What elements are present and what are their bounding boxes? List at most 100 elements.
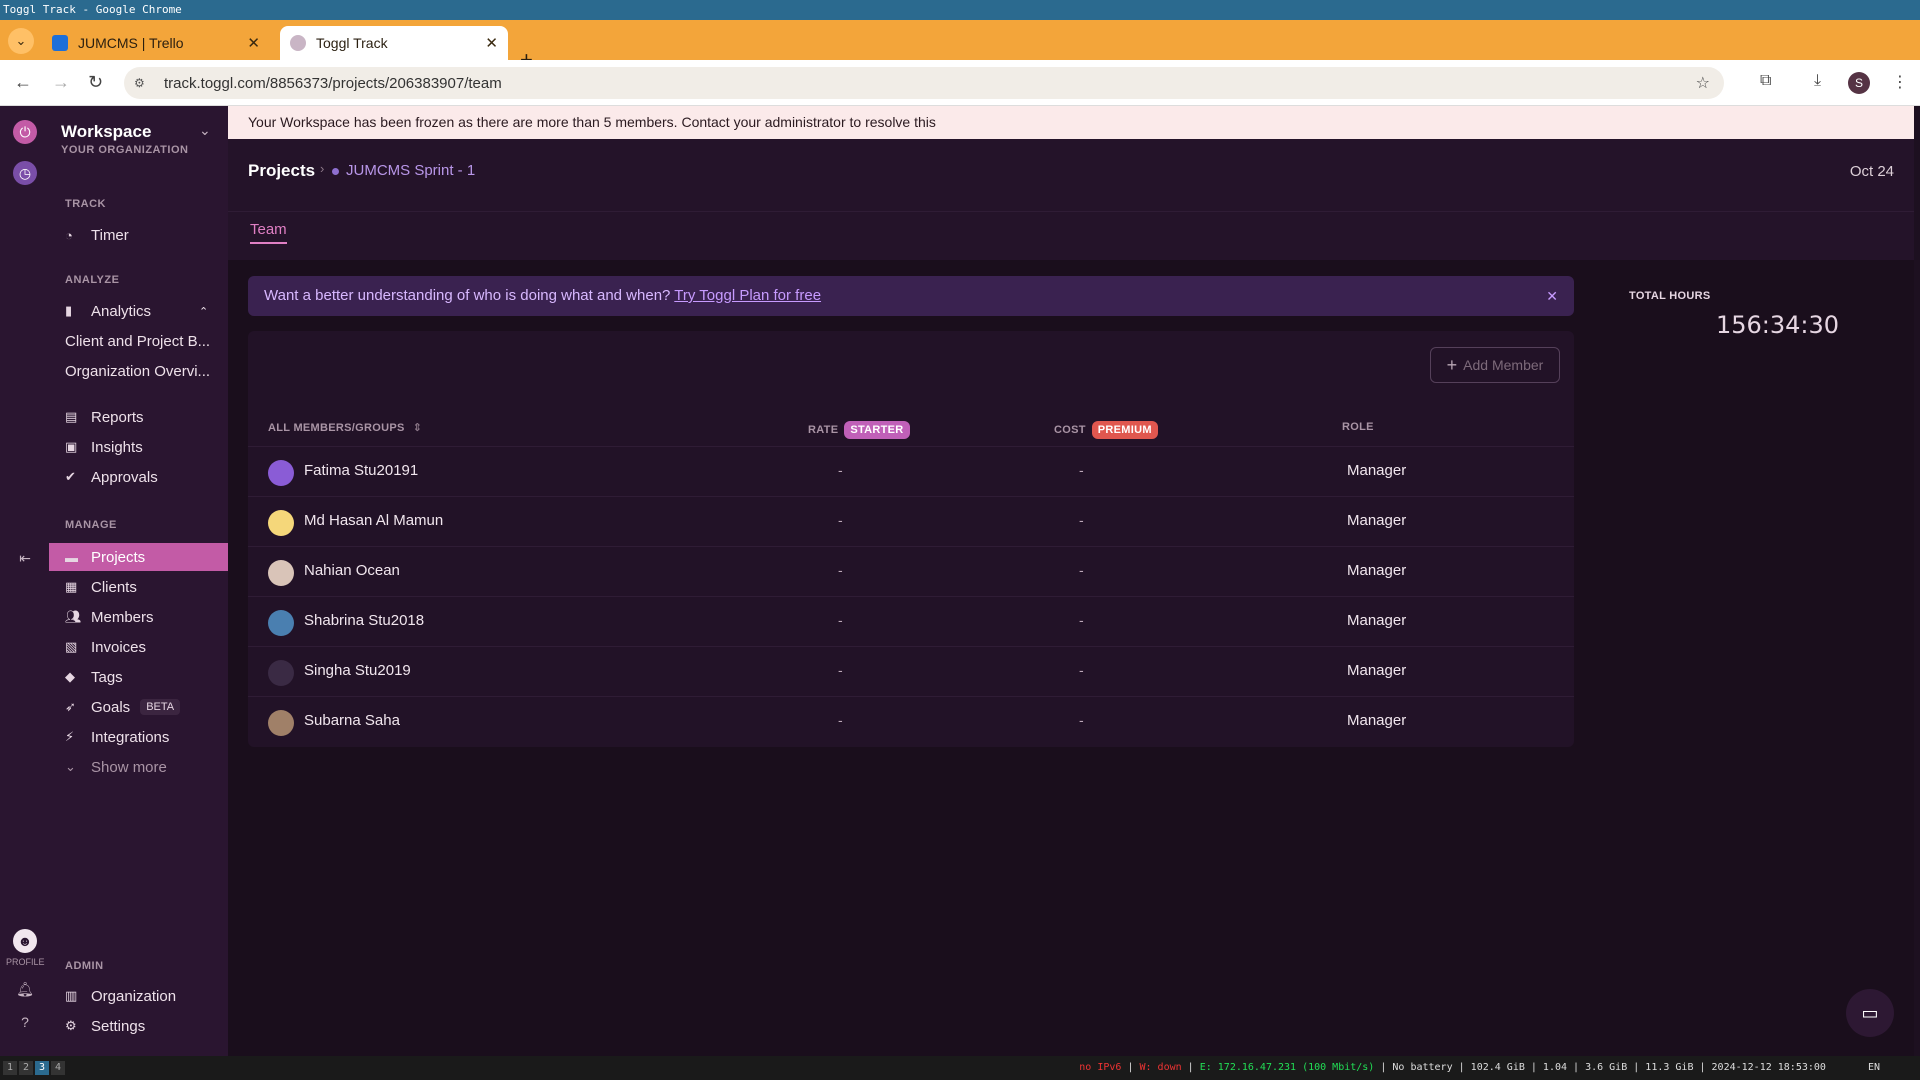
- table-row[interactable]: Singha Stu2019 - - Manager: [248, 646, 1574, 696]
- profile-avatar[interactable]: ☻: [13, 929, 37, 953]
- member-rate: -: [838, 462, 843, 478]
- download-icon[interactable]: ⤓: [1814, 72, 1821, 90]
- client-icon: ▦: [65, 579, 78, 594]
- table-row[interactable]: Fatima Stu20191 - - Manager: [248, 446, 1574, 496]
- invoice-icon: ▧: [65, 639, 78, 654]
- check-circle-icon: ✔: [65, 469, 76, 484]
- tab-search-button[interactable]: ⌄: [8, 28, 34, 54]
- reload-icon[interactable]: ↻: [88, 72, 103, 93]
- bookmark-star-icon[interactable]: ☆: [1696, 73, 1710, 93]
- sidebar: Workspace YOUR ORGANIZATION ⌄ TRACK ◔ Tim…: [49, 106, 228, 1056]
- sort-icon[interactable]: ⇕: [413, 421, 423, 434]
- member-role[interactable]: Manager: [1347, 662, 1406, 679]
- member-role[interactable]: Manager: [1347, 712, 1406, 729]
- tab-close-icon[interactable]: ✕: [247, 34, 260, 52]
- chevron-down-icon: ⌄: [65, 759, 76, 774]
- col-members-header[interactable]: ALL MEMBERS/GROUPS ⇕: [268, 421, 423, 435]
- sidebar-item-clients[interactable]: ▦ Clients: [49, 574, 228, 600]
- sidebar-item-goals[interactable]: ➶ Goals BETA: [49, 694, 228, 720]
- member-cost: -: [1079, 712, 1084, 728]
- site-info-icon[interactable]: ⚙: [134, 76, 152, 90]
- tab-toggl[interactable]: Toggl Track ✕: [280, 26, 508, 60]
- toggl-plan-icon[interactable]: ◷: [13, 161, 37, 185]
- breadcrumb-projects[interactable]: Projects: [248, 161, 315, 181]
- building-icon: ▥: [65, 988, 78, 1003]
- sidebar-item-integrations[interactable]: ⚡ Integrations: [49, 724, 228, 750]
- table-row[interactable]: Shabrina Stu2018 - - Manager: [248, 596, 1574, 646]
- team-table: + Add Member ALL MEMBERS/GROUPS ⇕ RATE S…: [248, 331, 1574, 747]
- rocket-icon: ➶: [65, 699, 76, 714]
- sidebar-item-organization[interactable]: ▥ Organization: [49, 983, 228, 1009]
- toggl-track-icon[interactable]: ⏻: [13, 120, 37, 144]
- sidebar-item-reports[interactable]: ▤ Reports: [49, 404, 228, 430]
- workspace-2[interactable]: 2: [19, 1061, 33, 1075]
- starter-badge: STARTER: [844, 421, 910, 439]
- trello-icon: [52, 35, 68, 51]
- help-icon[interactable]: ?: [13, 1010, 37, 1034]
- breadcrumb-project[interactable]: JUMCMS Sprint - 1: [346, 162, 475, 179]
- extensions-icon[interactable]: ⧉: [1760, 72, 1771, 90]
- bell-icon[interactable]: 🔔︎: [13, 977, 37, 1001]
- sidebar-item-approvals[interactable]: ✔ Approvals: [49, 464, 228, 490]
- sidebar-item-org-overview[interactable]: Organization Overvi...: [49, 358, 228, 384]
- main-content: Your Workspace has been frozen as there …: [228, 106, 1914, 1056]
- member-role[interactable]: Manager: [1347, 512, 1406, 529]
- page-header: Projects › JUMCMS Sprint - 1 Oct 24 Team: [228, 139, 1914, 260]
- tab-close-icon[interactable]: ✕: [485, 34, 498, 52]
- member-cost: -: [1079, 462, 1084, 478]
- table-row[interactable]: Subarna Saha - - Manager: [248, 696, 1574, 746]
- total-hours-value: 156:34:30: [1716, 311, 1840, 339]
- breadcrumb-separator-icon: ›: [320, 161, 325, 176]
- sidebar-item-projects[interactable]: ▬ Projects: [49, 543, 228, 571]
- back-icon[interactable]: ←: [14, 72, 32, 93]
- member-name: Singha Stu2019: [304, 662, 411, 679]
- chat-support-button[interactable]: ▭: [1846, 989, 1894, 1037]
- member-name: Nahian Ocean: [304, 562, 400, 579]
- section-manage: MANAGE: [65, 519, 117, 531]
- member-rate: -: [838, 712, 843, 728]
- chat-icon: ▭: [1861, 1002, 1879, 1023]
- sidebar-item-settings[interactable]: ⚙ Settings: [49, 1013, 228, 1039]
- promo-link[interactable]: Try Toggl Plan for free: [674, 287, 821, 304]
- workspace-3[interactable]: 3: [35, 1061, 49, 1075]
- promo-banner: Want a better understanding of who is do…: [248, 276, 1574, 316]
- workspace-4[interactable]: 4: [51, 1061, 65, 1075]
- sidebar-item-tags[interactable]: ◆ Tags: [49, 664, 228, 690]
- toggl-app: ⏻ ◷ ⇤ ☻ PROFILE 🔔︎ ? Workspace YOUR ORGA…: [0, 106, 1920, 1056]
- table-row[interactable]: Md Hasan Al Mamun - - Manager: [248, 496, 1574, 546]
- member-name: Subarna Saha: [304, 712, 400, 729]
- sidebar-show-more[interactable]: ⌄ Show more: [49, 754, 228, 780]
- workspace-title[interactable]: Workspace: [61, 122, 151, 142]
- total-hours-label: TOTAL HOURS: [1629, 290, 1711, 302]
- avatar: [268, 460, 294, 486]
- table-row[interactable]: Nahian Ocean - - Manager: [248, 546, 1574, 596]
- menu-icon[interactable]: ⋮: [1892, 72, 1908, 92]
- member-cost: -: [1079, 512, 1084, 528]
- member-role[interactable]: Manager: [1347, 462, 1406, 479]
- sidebar-item-members[interactable]: 👥︎ Members: [49, 604, 228, 630]
- forward-icon[interactable]: →: [52, 72, 70, 93]
- workspace-1[interactable]: 1: [3, 1061, 17, 1075]
- chevron-up-icon: ⌃: [199, 305, 209, 318]
- sidebar-item-analytics[interactable]: ▮ Analytics ⌃: [49, 298, 228, 324]
- member-role[interactable]: Manager: [1347, 562, 1406, 579]
- sidebar-item-client-project[interactable]: Client and Project B...: [49, 328, 228, 354]
- add-member-button[interactable]: + Add Member: [1430, 347, 1560, 383]
- tab-trello[interactable]: JUMCMS | Trello ✕: [42, 26, 270, 60]
- icon-rail: ⏻ ◷ ⇤ ☻ PROFILE 🔔︎ ?: [0, 106, 49, 1056]
- close-icon[interactable]: ✕: [1546, 276, 1558, 316]
- tab-team[interactable]: Team: [250, 221, 287, 244]
- sidebar-item-invoices[interactable]: ▧ Invoices: [49, 634, 228, 660]
- system-statusbar: 1 2 3 4 no IPv6 | W: down | E: 172.16.47…: [0, 1056, 1920, 1080]
- divider: [228, 211, 1914, 212]
- project-color-dot: [332, 168, 339, 175]
- sidebar-item-insights[interactable]: ▣ Insights: [49, 434, 228, 460]
- collapse-sidebar-icon[interactable]: ⇤: [13, 546, 37, 570]
- workspace-subtitle: YOUR ORGANIZATION: [61, 144, 189, 156]
- sidebar-item-timer[interactable]: ◔ Timer: [49, 222, 228, 248]
- member-role[interactable]: Manager: [1347, 612, 1406, 629]
- profile-avatar[interactable]: S: [1848, 72, 1870, 94]
- address-bar[interactable]: ⚙ track.toggl.com/8856373/projects/20638…: [124, 67, 1724, 99]
- promo-text: Want a better understanding of who is do…: [264, 287, 671, 304]
- chevron-down-icon[interactable]: ⌄: [199, 122, 211, 139]
